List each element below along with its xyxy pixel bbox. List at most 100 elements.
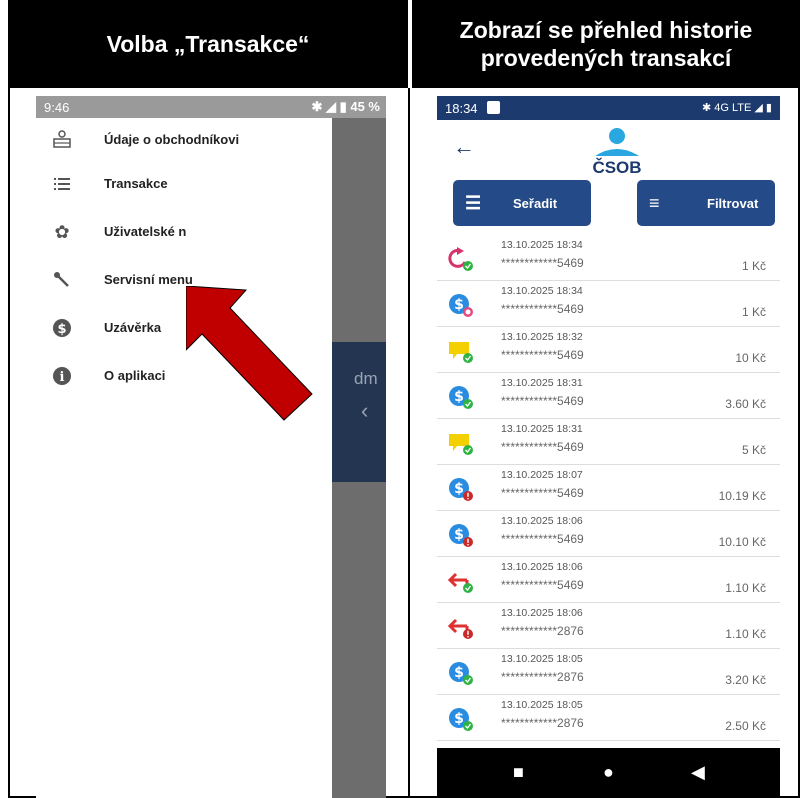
pointer-arrow [186, 286, 313, 421]
transaction-row[interactable]: 13.10.2025 18:34 ************5469 1 Kč [437, 236, 780, 281]
transaction-card: ************5469 [501, 302, 584, 316]
menu-item-label: Uzávěrka [104, 320, 162, 335]
menu-item-label: Uživatelské n [104, 224, 187, 239]
transaction-date: 13.10.2025 18:31 [501, 423, 583, 435]
background-text: dm [354, 369, 378, 388]
transaction-date: 13.10.2025 18:07 [501, 469, 583, 481]
transaction-amount: 3.20 Kč [725, 673, 766, 687]
svg-text:$: $ [454, 389, 464, 405]
logo-text: ČSOB [592, 158, 642, 177]
transaction-date: 13.10.2025 18:06 [501, 515, 583, 527]
transaction-date: 13.10.2025 18:31 [501, 377, 583, 389]
status-bar: 18:34 ✱ 4G LTE ◢ ▮ [437, 96, 780, 120]
transaction-row[interactable]: $13.10.2025 18:05 ************2876 3.20 Kč [437, 650, 780, 695]
transaction-row[interactable]: 13.10.2025 18:06 ************2876 1.10 Kč [437, 604, 780, 649]
info-icon: i [52, 366, 72, 386]
list-icon [52, 174, 72, 194]
status-icons: ✱ 4G LTE ◢ ▮ [702, 102, 772, 114]
filter-button[interactable]: ≡ Filtrovat [637, 180, 775, 226]
svg-text:$: $ [454, 665, 464, 681]
battery-level: 45 % [350, 99, 380, 114]
transaction-amount: 1 Kč [741, 259, 766, 273]
transaction-amount: 1.10 Kč [725, 627, 766, 641]
filter-icon: ≡ [649, 193, 660, 213]
svg-text:$: $ [454, 297, 464, 313]
svg-text:$: $ [454, 481, 464, 497]
transaction-card: ************5469 [501, 440, 584, 454]
transaction-row[interactable]: 13.10.2025 18:06 ************5469 1.10 Kč [437, 558, 780, 603]
notification-icon [487, 101, 500, 114]
transaction-row[interactable]: 13.10.2025 18:32 ************5469 10 Kč [437, 328, 780, 373]
sale-pending-icon: $ [447, 292, 475, 318]
transaction-amount: 5 Kč [741, 443, 766, 457]
header-left: Volba „Transakce“ [8, 0, 408, 88]
transaction-amount: 10 Kč [735, 351, 766, 365]
transaction-card: ************5469 [501, 348, 584, 362]
transaction-card: ************5469 [501, 578, 584, 592]
home-icon[interactable]: ● [603, 762, 614, 783]
navigation-drawer: Údaje o obchodníkovi Transakce ✿ Uživate… [36, 118, 332, 798]
transaction-date: 13.10.2025 18:34 [501, 285, 583, 297]
transaction-card: ************2876 [501, 624, 584, 638]
svg-text:$: $ [454, 711, 464, 727]
transaction-amount: 10.10 Kč [718, 535, 766, 549]
return-error-icon [447, 614, 475, 640]
sale-ok-icon: $ [447, 660, 475, 686]
gear-icon: ✿ [54, 222, 70, 242]
sort-button[interactable]: ☰ Seřadit [453, 180, 591, 226]
transaction-row[interactable]: $13.10.2025 18:34 ************5469 1 Kč [437, 282, 780, 327]
status-time: 18:34 [445, 101, 478, 116]
svg-text:i: i [60, 370, 65, 385]
transaction-row[interactable]: $13.10.2025 18:05 ************2876 2.50 Kč [437, 696, 780, 741]
sale-ok-icon: $ [447, 706, 475, 732]
recents-icon[interactable]: ■ [513, 762, 524, 783]
transaction-card: ************5469 [501, 394, 584, 408]
transaction-amount: 2.50 Kč [725, 719, 766, 733]
back-icon[interactable]: ◀ [691, 762, 705, 783]
menu-item-user-settings[interactable]: ✿ Uživatelské n [36, 214, 332, 250]
android-nav-bar: ■ ● ◀ [437, 748, 780, 798]
background-banner [332, 342, 386, 482]
menu-item-label: Servisní menu [104, 272, 193, 287]
transaction-amount: 1.10 Kč [725, 581, 766, 595]
menu-item-label: O aplikaci [104, 368, 166, 383]
transaction-card: ************2876 [501, 716, 584, 730]
transaction-row[interactable]: $13.10.2025 18:06 ************5469 10.10 K… [437, 512, 780, 557]
svg-text:$: $ [454, 527, 464, 543]
filter-label: Filtrovat [707, 196, 759, 211]
header-right: Zobrazí se přehled historie provedených … [412, 0, 800, 88]
transaction-row[interactable]: $13.10.2025 18:07 ************5469 10.19 K… [437, 466, 780, 511]
sale-error-icon: $ [447, 476, 475, 502]
transaction-date: 13.10.2025 18:32 [501, 331, 583, 343]
transaction-date: 13.10.2025 18:06 [501, 607, 583, 619]
menu-item-label: Transakce [104, 176, 168, 191]
csob-logo: ČSOB [587, 126, 647, 177]
menu-item-transactions[interactable]: Transakce [36, 166, 332, 202]
merchant-icon [52, 130, 72, 150]
menu-item-merchant[interactable]: Údaje o obchodníkovi [36, 122, 332, 158]
dollar-icon: $ [52, 318, 72, 338]
transaction-date: 13.10.2025 18:05 [501, 699, 583, 711]
sort-icon: ☰ [465, 193, 482, 213]
sale-ok-icon: $ [447, 384, 475, 410]
transaction-card: ************5469 [501, 532, 584, 546]
back-arrow-icon[interactable]: ← [453, 134, 475, 160]
left-phone-screenshot: dm ‹ 9:46 ✱ ◢ ▮ 45 % Údaje o obchodníkov… [36, 96, 386, 798]
transaction-amount: 1 Kč [741, 305, 766, 319]
return-ok-icon [447, 568, 475, 594]
wrench-icon [52, 270, 72, 290]
sort-label: Seřadit [513, 196, 558, 211]
menu-item-label: Údaje o obchodníkovi [104, 132, 240, 147]
transaction-amount: 3.60 Kč [725, 397, 766, 411]
transaction-card: ************5469 [501, 256, 584, 270]
svg-text:$: $ [57, 322, 66, 337]
status-bar: 9:46 ✱ ◢ ▮ 45 % [36, 96, 386, 118]
voucher-ok-icon [447, 430, 475, 456]
transaction-row[interactable]: 13.10.2025 18:31 ************5469 5 Kč [437, 420, 780, 465]
transaction-date: 13.10.2025 18:05 [501, 653, 583, 665]
status-time: 9:46 [44, 100, 70, 115]
transaction-row[interactable]: $13.10.2025 18:31 ************5469 3.60 Kč [437, 374, 780, 419]
refund-ok-icon [447, 246, 475, 272]
transaction-date: 13.10.2025 18:34 [501, 239, 583, 251]
voucher-ok-icon [447, 338, 475, 364]
